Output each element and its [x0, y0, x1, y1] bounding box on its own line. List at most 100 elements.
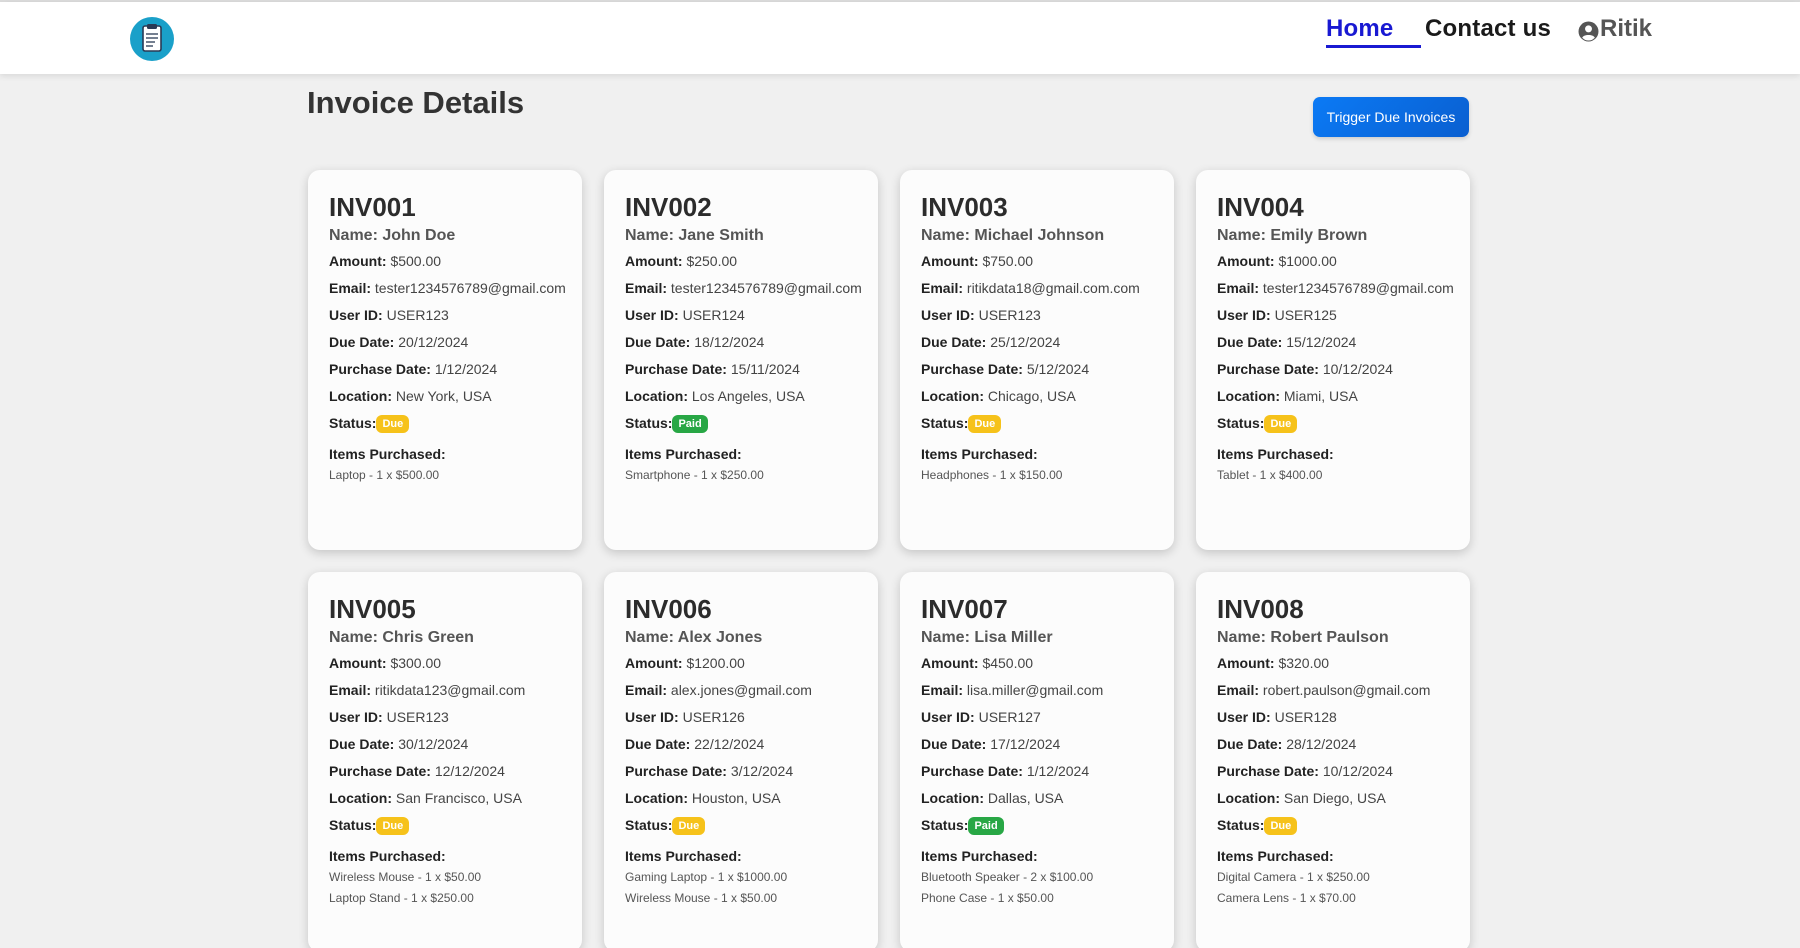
due-date-label: Due Date:	[625, 736, 691, 752]
items-purchased-heading: Items Purchased:	[329, 446, 446, 462]
clipboard-logo-icon[interactable]	[130, 17, 174, 61]
user-id-value: USER128	[1274, 709, 1337, 725]
location-value: Chicago, USA	[987, 388, 1076, 404]
user-id-value: USER126	[682, 709, 745, 725]
purchased-item: Laptop Stand - 1 x $250.00	[329, 891, 474, 905]
purchase-date-label: Purchase Date:	[1217, 361, 1319, 377]
location-row: Location: Dallas, USA	[921, 790, 1153, 807]
user-id-label: User ID:	[1217, 709, 1271, 725]
nav-home-underline	[1326, 45, 1421, 48]
due-date-row: Due Date: 15/12/2024	[1217, 334, 1449, 351]
purchase-date-row: Purchase Date: 3/12/2024	[625, 763, 857, 780]
due-date-value: 25/12/2024	[990, 334, 1061, 350]
location-value: Los Angeles, USA	[691, 388, 805, 404]
location-row: Location: Los Angeles, USA	[625, 388, 857, 405]
status-row: Status: Due	[625, 817, 857, 835]
location-row: Location: Houston, USA	[625, 790, 857, 807]
amount-label: Amount:	[1217, 655, 1275, 671]
due-date-value: 28/12/2024	[1286, 736, 1357, 752]
invoice-id: INV004	[1217, 192, 1304, 222]
name-label: Name:	[921, 629, 970, 646]
location-value: San Francisco, USA	[395, 790, 522, 806]
items-list: Digital Camera - 1 x $250.00 Camera Lens …	[1217, 867, 1449, 909]
email-label: Email:	[1217, 280, 1260, 296]
amount-row: Amount: $750.00	[921, 253, 1153, 270]
invoice-id: INV002	[625, 192, 712, 222]
user-id-label: User ID:	[921, 307, 975, 323]
location-row: Location: San Diego, USA	[1217, 790, 1449, 807]
purchase-date-row: Purchase Date: 15/11/2024	[625, 361, 857, 378]
user-id-value: USER124	[682, 307, 745, 323]
purchase-date-label: Purchase Date:	[1217, 763, 1319, 779]
items-purchased-heading: Items Purchased:	[1217, 848, 1334, 864]
due-date-label: Due Date:	[329, 334, 395, 350]
invoice-id: INV005	[329, 594, 416, 624]
items-list: Headphones - 1 x $150.00	[921, 465, 1153, 486]
status-row: Status: Due	[329, 817, 561, 835]
due-date-value: 22/12/2024	[694, 736, 765, 752]
purchased-item: Smartphone - 1 x $250.00	[625, 468, 764, 482]
purchase-date-value: 10/12/2024	[1322, 361, 1393, 377]
invoice-customer-name: Name: Jane Smith	[625, 225, 857, 247]
nav-user-name[interactable]: Ritik	[1600, 14, 1652, 44]
amount-row: Amount: $320.00	[1217, 655, 1449, 672]
purchase-date-value: 1/12/2024	[1026, 763, 1090, 779]
purchase-date-value: 12/12/2024	[434, 763, 505, 779]
name-label: Name:	[1217, 227, 1266, 244]
due-date-value: 30/12/2024	[398, 736, 469, 752]
amount-row: Amount: $300.00	[329, 655, 561, 672]
status-badge: Paid	[672, 415, 708, 433]
purchased-item: Gaming Laptop - 1 x $1000.00	[625, 870, 788, 884]
email-row: Email: alex.jones@gmail.com	[625, 682, 857, 699]
amount-label: Amount:	[921, 253, 979, 269]
amount-label: Amount:	[625, 253, 683, 269]
name-label: Name:	[329, 227, 378, 244]
user-id-row: User ID: USER124	[625, 307, 857, 324]
location-label: Location:	[625, 790, 688, 806]
user-id-value: USER127	[978, 709, 1041, 725]
due-date-label: Due Date:	[1217, 736, 1283, 752]
amount-label: Amount:	[1217, 253, 1275, 269]
nav-contact-link[interactable]: Contact us	[1425, 14, 1551, 44]
user-circle-icon[interactable]	[1578, 21, 1599, 42]
purchased-item: Laptop - 1 x $500.00	[329, 468, 440, 482]
status-badge: Due	[1264, 817, 1298, 835]
invoice-grid: INV001 Name: John Doe Amount: $500.00 Em…	[308, 170, 1470, 948]
purchased-item: Camera Lens - 1 x $70.00	[1217, 891, 1356, 905]
status-label: Status:	[921, 817, 969, 833]
user-id-row: User ID: USER127	[921, 709, 1153, 726]
due-date-value: 20/12/2024	[398, 334, 469, 350]
purchase-date-label: Purchase Date:	[625, 763, 727, 779]
invoice-card: INV008 Name: Robert Paulson Amount: $320…	[1196, 572, 1470, 948]
purchase-date-row: Purchase Date: 10/12/2024	[1217, 361, 1449, 378]
user-id-value: USER123	[386, 709, 449, 725]
email-label: Email:	[329, 682, 372, 698]
invoice-id: INV006	[625, 594, 712, 624]
purchase-date-value: 5/12/2024	[1026, 361, 1090, 377]
amount-value: $1000.00	[1278, 253, 1337, 269]
location-value: Houston, USA	[691, 790, 781, 806]
items-list: Laptop - 1 x $500.00	[329, 465, 561, 486]
email-row: Email: robert.paulson@gmail.com	[1217, 682, 1449, 699]
status-row: Status: Paid	[625, 415, 857, 433]
trigger-due-invoices-button[interactable]: Trigger Due Invoices	[1313, 97, 1469, 137]
location-label: Location:	[921, 388, 984, 404]
invoice-id: INV003	[921, 192, 1008, 222]
purchased-item: Tablet - 1 x $400.00	[1217, 468, 1323, 482]
purchased-item: Wireless Mouse - 1 x $50.00	[329, 870, 482, 884]
purchase-date-label: Purchase Date:	[329, 763, 431, 779]
invoice-customer-name: Name: Lisa Miller	[921, 627, 1153, 649]
location-row: Location: Chicago, USA	[921, 388, 1153, 405]
items-purchased-heading: Items Purchased:	[1217, 446, 1334, 462]
invoice-customer-name: Name: Robert Paulson	[1217, 627, 1449, 649]
purchase-date-row: Purchase Date: 10/12/2024	[1217, 763, 1449, 780]
nav-home-link[interactable]: Home	[1326, 14, 1393, 44]
amount-row: Amount: $1000.00	[1217, 253, 1449, 270]
purchased-item: Headphones - 1 x $150.00	[921, 468, 1063, 482]
due-date-row: Due Date: 18/12/2024	[625, 334, 857, 351]
status-label: Status:	[921, 415, 969, 431]
amount-row: Amount: $500.00	[329, 253, 561, 270]
purchase-date-row: Purchase Date: 1/12/2024	[921, 763, 1153, 780]
name-value: John Doe	[382, 227, 456, 244]
items-purchased-heading: Items Purchased:	[329, 848, 446, 864]
